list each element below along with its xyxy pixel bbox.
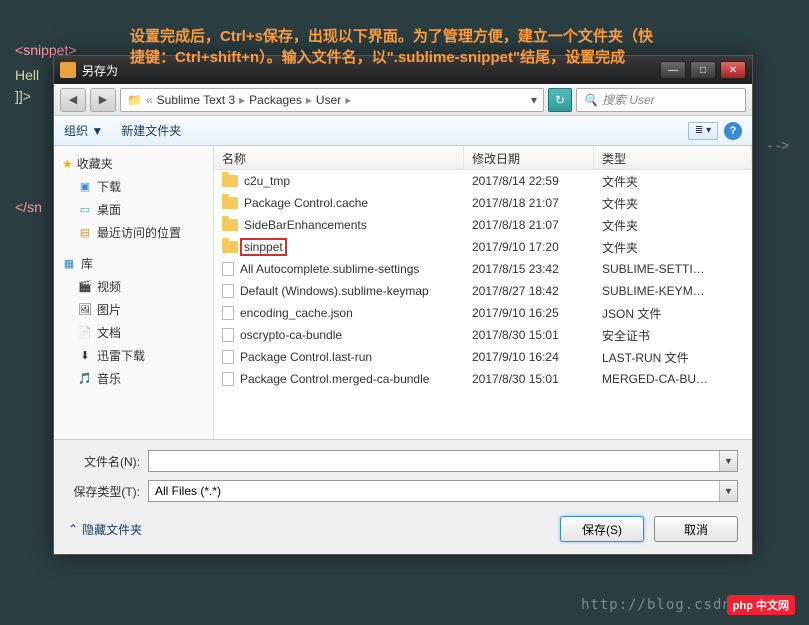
table-row[interactable]: All Autocomplete.sublime-settings2017/8/… — [214, 258, 752, 280]
view-mode-button[interactable]: ≣ ▾ — [688, 122, 718, 140]
col-date[interactable]: 修改日期 — [464, 146, 594, 169]
sidebar-group-libraries[interactable]: ▦库 — [54, 252, 213, 275]
breadcrumb-seg[interactable]: User — [316, 93, 341, 107]
sidebar-item-documents[interactable]: 📄文档 — [54, 321, 213, 344]
organize-menu[interactable]: 组织 ▼ — [64, 122, 103, 139]
table-row[interactable]: Package Control.cache2017/8/18 21:07文件夹 — [214, 192, 752, 214]
annotation-text: 设置完成后，Ctrl+s保存，出现以下界面。为了管理方便，建立一个文件夹（快 捷… — [130, 26, 799, 68]
new-folder-button[interactable]: 新建文件夹 — [121, 122, 181, 139]
filename-input[interactable]: ▼ — [148, 450, 738, 472]
column-headers: 名称 修改日期 类型 — [214, 146, 752, 170]
breadcrumb[interactable]: 📁 « Sublime Text 3▸ Packages▸ User▸ ▾ — [120, 88, 544, 112]
chevron-up-icon: ⌃ — [68, 522, 78, 536]
code-tag: </sn — [15, 199, 42, 215]
hide-folders-toggle[interactable]: ⌃隐藏文件夹 — [68, 521, 142, 538]
breadcrumb-seg[interactable]: Sublime Text 3 — [157, 93, 236, 107]
table-row[interactable]: Package Control.merged-ca-bundle2017/8/3… — [214, 368, 752, 390]
table-row[interactable]: Package Control.last-run2017/9/10 16:24L… — [214, 346, 752, 368]
sidebar: ★收藏夹 ▣下载 ▭桌面 ▤最近访问的位置 ▦库 🎬视频 🖼图片 📄文档 ⬇迅雷… — [54, 146, 214, 439]
code-text: Hell — [15, 67, 39, 83]
sidebar-item-pictures[interactable]: 🖼图片 — [54, 298, 213, 321]
table-row[interactable]: sinppet2017/9/10 17:20文件夹 — [214, 236, 752, 258]
phpcn-badge: php 中文网 — [727, 595, 795, 615]
chevron-down-icon[interactable]: ▼ — [719, 451, 737, 471]
app-icon — [60, 62, 76, 78]
filetype-select[interactable]: All Files (*.*)▼ — [148, 480, 738, 502]
table-row[interactable]: c2u_tmp2017/8/14 22:59文件夹 — [214, 170, 752, 192]
col-name[interactable]: 名称 — [214, 146, 464, 169]
sidebar-group-favorites[interactable]: ★收藏夹 — [54, 152, 213, 175]
forward-button[interactable]: ▶ — [90, 88, 116, 112]
table-row[interactable]: Default (Windows).sublime-keymap2017/8/2… — [214, 280, 752, 302]
toolbar: 组织 ▼ 新建文件夹 ≣ ▾ ? — [54, 116, 752, 146]
filetype-label: 保存类型(T): — [68, 483, 148, 500]
code-text: ]]> — [15, 88, 31, 104]
search-input[interactable]: 🔍 搜索 User — [576, 88, 746, 112]
sidebar-item-videos[interactable]: 🎬视频 — [54, 275, 213, 298]
chevron-down-icon[interactable]: ▼ — [719, 481, 737, 501]
breadcrumb-seg[interactable]: Packages — [249, 93, 302, 107]
table-row[interactable]: SideBarEnhancements2017/8/18 21:07文件夹 — [214, 214, 752, 236]
filename-label: 文件名(N): — [68, 453, 148, 470]
sidebar-item-desktop[interactable]: ▭桌面 — [54, 198, 213, 221]
cancel-button[interactable]: 取消 — [654, 516, 738, 542]
dialog-title: 另存为 — [82, 62, 118, 79]
sidebar-item-music[interactable]: 🎵音乐 — [54, 367, 213, 390]
table-row[interactable]: encoding_cache.json2017/9/10 16:25JSON 文… — [214, 302, 752, 324]
col-type[interactable]: 类型 — [594, 146, 752, 169]
sidebar-item-downloads[interactable]: ▣下载 — [54, 175, 213, 198]
sidebar-item-thunder[interactable]: ⬇迅雷下载 — [54, 344, 213, 367]
refresh-button[interactable]: ↻ — [548, 88, 572, 112]
save-as-dialog: 另存为 — □ ✕ ◀ ▶ 📁 « Sublime Text 3▸ Packag… — [53, 55, 753, 555]
help-icon[interactable]: ? — [724, 122, 742, 140]
code-comment: - -> — [768, 135, 789, 156]
save-button[interactable]: 保存(S) — [560, 516, 644, 542]
back-button[interactable]: ◀ — [60, 88, 86, 112]
file-rows: c2u_tmp2017/8/14 22:59文件夹Package Control… — [214, 170, 752, 439]
sidebar-item-recent[interactable]: ▤最近访问的位置 — [54, 221, 213, 244]
file-list-pane: 名称 修改日期 类型 c2u_tmp2017/8/14 22:59文件夹Pack… — [214, 146, 752, 439]
navigation-bar: ◀ ▶ 📁 « Sublime Text 3▸ Packages▸ User▸ … — [54, 84, 752, 116]
table-row[interactable]: oscrypto-ca-bundle2017/8/30 15:01安全证书 — [214, 324, 752, 346]
dialog-bottom: 文件名(N): ▼ 保存类型(T): All Files (*.*)▼ ⌃隐藏文… — [54, 439, 752, 554]
